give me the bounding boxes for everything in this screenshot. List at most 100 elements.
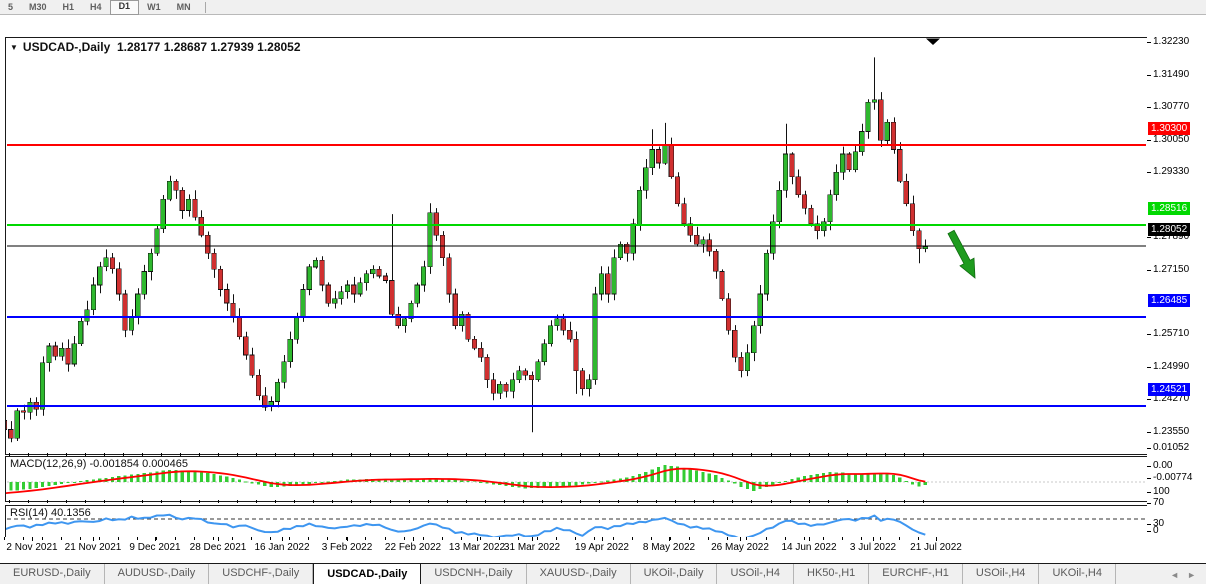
candle-down — [180, 190, 185, 210]
macd-bar — [60, 482, 63, 484]
candle-down — [898, 150, 903, 182]
macd-bar — [130, 475, 133, 482]
scale-tick — [847, 453, 848, 456]
date-label: 3 Feb 2022 — [322, 542, 373, 553]
scale-tick — [899, 537, 900, 540]
candle-up — [860, 132, 865, 152]
tab-usoil[interactable]: USOil-,H4 — [717, 564, 794, 584]
candle-up — [167, 181, 172, 199]
scale-tick — [161, 500, 162, 503]
price-axis[interactable]: 1.322301.314901.307701.300501.293301.278… — [1147, 15, 1206, 562]
candle-up — [650, 150, 655, 168]
scale-tick — [294, 500, 295, 503]
tab-ukoil[interactable]: UKOil-,Daily — [631, 564, 718, 584]
date-tick — [413, 537, 414, 541]
scale-tick — [556, 537, 557, 540]
timeframe-button-mn[interactable]: MN — [169, 1, 199, 14]
date-label: 22 Feb 2022 — [385, 542, 441, 553]
candle-up — [834, 172, 839, 195]
candle-up — [428, 213, 433, 267]
date-label: 16 Jan 2022 — [254, 542, 309, 553]
scale-tick — [161, 453, 162, 456]
tab-usdcnh[interactable]: USDCNH-,Daily — [421, 564, 526, 584]
candle-up — [78, 321, 83, 344]
scale-tick — [771, 500, 772, 503]
macd-bar — [670, 466, 673, 482]
tab-usdcad[interactable]: USDCAD-,Daily — [313, 563, 421, 584]
macd-bar — [308, 482, 311, 484]
macd-bar — [206, 473, 209, 482]
macd-bar — [740, 482, 743, 487]
date-label: 21 Jul 2022 — [910, 542, 962, 553]
tab-hk50[interactable]: HK50-,H1 — [794, 564, 869, 584]
date-label: 28 Dec 2021 — [190, 542, 247, 553]
tab-audusd[interactable]: AUDUSD-,Daily — [105, 564, 210, 584]
scale-tick — [137, 537, 138, 540]
tab-scroll-buttons: ◄► — [1160, 564, 1206, 584]
candle-up — [421, 267, 426, 285]
timeframe-button-h1[interactable]: H1 — [55, 1, 83, 14]
date-axis[interactable]: 2 Nov 202121 Nov 20219 Dec 202128 Dec 20… — [0, 537, 1206, 562]
candle-down — [390, 281, 395, 315]
scale-tick — [256, 453, 257, 456]
tab-eurchf[interactable]: EURCHF-,H1 — [869, 564, 963, 584]
candle-down — [580, 371, 585, 389]
macd-bar — [219, 475, 222, 482]
candle-up — [301, 290, 306, 317]
timeframe-button-w1[interactable]: W1 — [139, 1, 169, 14]
price-axis-label: 1.30770 — [1153, 101, 1189, 112]
panel-separator[interactable] — [5, 500, 1147, 505]
timeframe-button-5[interactable]: 5 — [0, 1, 21, 14]
macd-bar — [657, 467, 660, 482]
macd-bar — [771, 482, 774, 485]
ohlc-open: 1.28177 — [117, 40, 160, 54]
candle-up — [752, 326, 757, 353]
candle-down — [383, 276, 388, 281]
scale-tick — [123, 453, 124, 456]
scale-tick — [656, 500, 657, 503]
scale-tick — [466, 453, 467, 456]
price-axis-tick — [1147, 367, 1151, 368]
candle-down — [733, 330, 738, 357]
scale-tick — [447, 500, 448, 503]
scale-tick — [523, 453, 524, 456]
candle-up — [332, 299, 337, 304]
tab-scroll-left-icon[interactable]: ◄ — [1170, 570, 1179, 580]
macd-bar — [587, 482, 590, 484]
candle-down — [199, 217, 204, 235]
scale-tick — [237, 500, 238, 503]
tab-ukoil[interactable]: UKOil-,H4 — [1039, 564, 1116, 584]
candlesticks — [6, 57, 928, 442]
down-arrow-icon[interactable] — [948, 230, 975, 278]
rsi-axis-tick — [1147, 492, 1151, 493]
main-chart-panel[interactable] — [5, 37, 1149, 455]
tab-xauusd[interactable]: XAUUSD-,Daily — [527, 564, 631, 584]
candle-up — [358, 283, 363, 294]
timeframe-button-m30[interactable]: M30 — [21, 1, 55, 14]
scale-tick — [275, 500, 276, 503]
macd-axis-label: -0.00774 — [1153, 472, 1192, 483]
panel-separator[interactable] — [5, 453, 1147, 456]
chart-symbol-label: USDCAD-,Daily — [23, 40, 110, 54]
tab-usoil[interactable]: USOil-,H4 — [963, 564, 1040, 584]
timeframe-button-d1[interactable]: D1 — [110, 0, 140, 15]
tab-scroll-right-icon[interactable]: ► — [1187, 570, 1196, 580]
timeframe-button-h4[interactable]: H4 — [82, 1, 110, 14]
date-label: 31 Mar 2022 — [504, 542, 560, 553]
scale-tick — [313, 453, 314, 456]
macd-bar — [136, 474, 139, 482]
main-chart-canvas[interactable] — [6, 38, 1146, 452]
scale-tick — [485, 500, 486, 503]
scale-tick — [351, 453, 352, 456]
price-axis-tick — [1147, 172, 1151, 173]
scale-tick — [751, 500, 752, 503]
macd-bar — [682, 468, 685, 482]
scale-tick — [613, 537, 614, 540]
tab-eurusd[interactable]: EURUSD-,Daily — [0, 564, 105, 584]
macd-bar — [854, 474, 857, 482]
tab-usdchf[interactable]: USDCHF-,Daily — [209, 564, 313, 584]
scale-tick — [771, 453, 772, 456]
candle-down — [244, 337, 249, 355]
candle-up — [339, 292, 344, 299]
candle-down — [669, 146, 674, 177]
